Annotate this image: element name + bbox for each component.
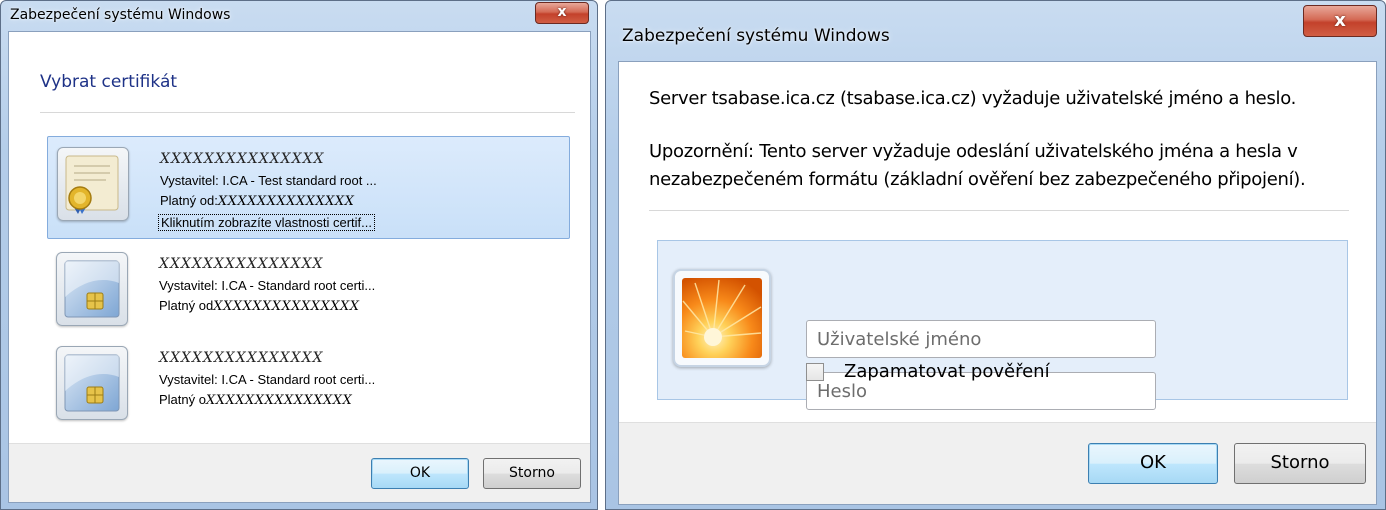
window-title: Zabezpečení systému Windows <box>622 26 890 46</box>
ok-button[interactable]: OK <box>371 458 469 489</box>
validity-value: XXXXXXXXXXXXXXX <box>213 299 360 314</box>
user-avatar-icon <box>673 269 771 367</box>
credentials-dialog: Zabezpečení systému Windows x Server tsa… <box>605 0 1386 510</box>
certificate-validity: Platný oXXXXXXXXXXXXXXX <box>159 392 352 408</box>
close-button[interactable]: x <box>535 2 589 24</box>
title-bar[interactable]: Zabezpečení systému Windows x <box>1 1 597 31</box>
username-input[interactable]: Uživatelské jméno <box>806 320 1156 358</box>
warning-line-1: Upozornění: Tento server vyžaduje odeslá… <box>649 141 1298 162</box>
validity-label: Platný o <box>159 392 206 407</box>
certificate-item[interactable]: XXXXXXXXXXXXXXX Vystavitel: I.CA - Stand… <box>47 336 570 439</box>
ok-button[interactable]: OK <box>1088 443 1218 484</box>
certificate-name: XXXXXXXXXXXXXXX <box>160 151 325 167</box>
cancel-button[interactable]: Storno <box>483 458 581 489</box>
remember-checkbox[interactable] <box>806 363 824 381</box>
certificate-validity: Platný odXXXXXXXXXXXXXXX <box>159 298 360 314</box>
certificate-seal-icon <box>57 147 129 221</box>
certificate-validity: Platný od:XXXXXXXXXXXXXX <box>160 193 354 209</box>
certificate-issuer: Vystavitel: I.CA - Test standard root ..… <box>160 173 377 188</box>
cancel-button[interactable]: Storno <box>1234 443 1366 484</box>
server-message: Server tsabase.ica.cz (tsabase.ica.cz) v… <box>649 88 1297 109</box>
validity-value: XXXXXXXXXXXXXX <box>217 194 355 209</box>
dialog-footer: OK Storno <box>9 443 590 502</box>
credential-panel: Uživatelské jméno Heslo Zapamatovat pově… <box>657 240 1348 410</box>
separator <box>40 112 575 113</box>
title-bar[interactable]: Zabezpečení systému Windows x <box>606 1 1385 56</box>
remember-label: Zapamatovat pověření <box>844 361 1050 382</box>
validity-label: Platný od: <box>160 193 218 208</box>
certificate-dialog: Zabezpečení systému Windows x Vybrat cer… <box>0 0 598 510</box>
certificate-name: XXXXXXXXXXXXXXX <box>159 256 324 272</box>
validity-label: Platný od <box>159 298 214 313</box>
smart-card-icon <box>56 252 128 326</box>
dialog-heading: Vybrat certifikát <box>40 72 178 92</box>
warning-line-2: nezabezpečeném formátu (základní ověření… <box>649 169 1306 190</box>
certificate-issuer: Vystavitel: I.CA - Standard root certi..… <box>159 372 376 387</box>
certificate-issuer: Vystavitel: I.CA - Standard root certi..… <box>159 278 376 293</box>
certificate-item[interactable]: XXXXXXXXXXXXXXX Vystavitel: I.CA - Test … <box>47 136 570 239</box>
dialog-content: Vybrat certifikát XXXXXXXXXXXXXXX Vystav… <box>8 31 591 503</box>
separator <box>649 210 1349 211</box>
validity-value: XXXXXXXXXXXXXXX <box>205 393 353 408</box>
dialog-content: Server tsabase.ica.cz (tsabase.ica.cz) v… <box>618 61 1377 505</box>
window-title: Zabezpečení systému Windows <box>10 7 231 23</box>
close-button[interactable]: x <box>1303 5 1377 37</box>
certificate-properties-link[interactable]: Kliknutím zobrazíte vlastnosti certif... <box>158 214 375 231</box>
certificate-item[interactable]: XXXXXXXXXXXXXXX Vystavitel: I.CA - Stand… <box>47 242 570 345</box>
certificate-name: XXXXXXXXXXXXXXX <box>159 350 324 366</box>
smart-card-icon <box>56 346 128 420</box>
dialog-footer: OK Storno <box>619 422 1376 504</box>
